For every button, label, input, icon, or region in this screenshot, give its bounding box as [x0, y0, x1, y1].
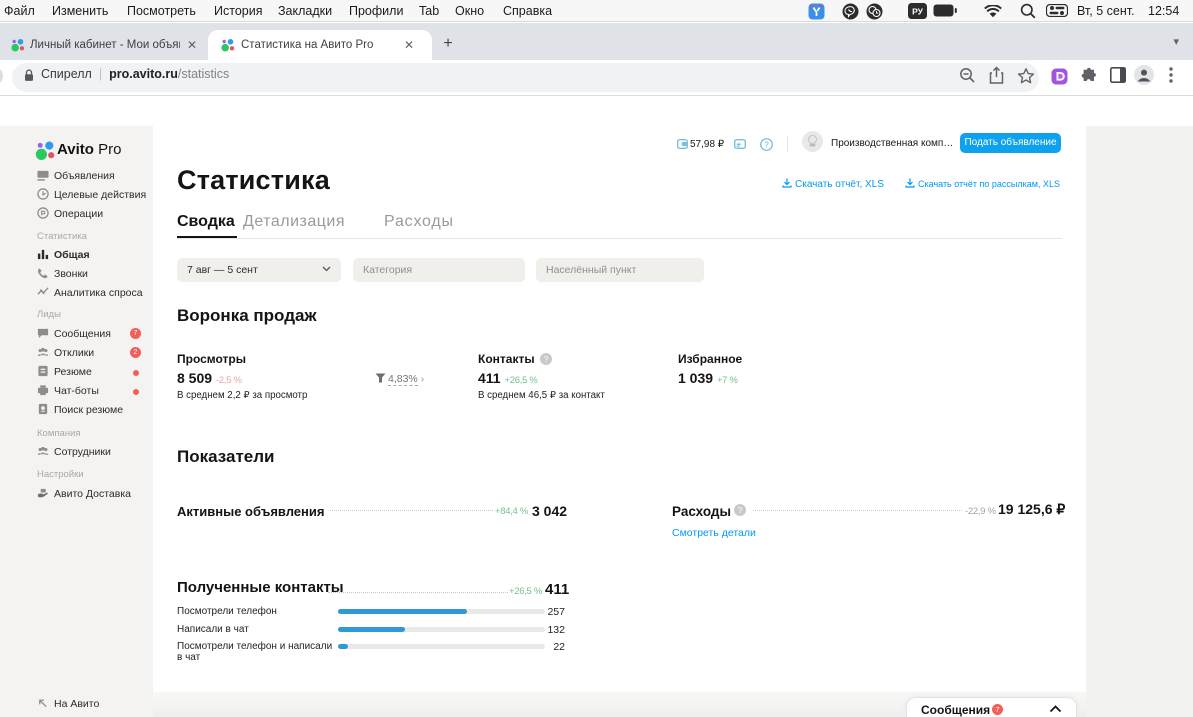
svg-text:?: ?	[544, 355, 549, 364]
svg-text:РУ: РУ	[912, 7, 924, 17]
svg-text:?: ?	[764, 140, 769, 149]
svg-text:?: ?	[738, 506, 743, 515]
